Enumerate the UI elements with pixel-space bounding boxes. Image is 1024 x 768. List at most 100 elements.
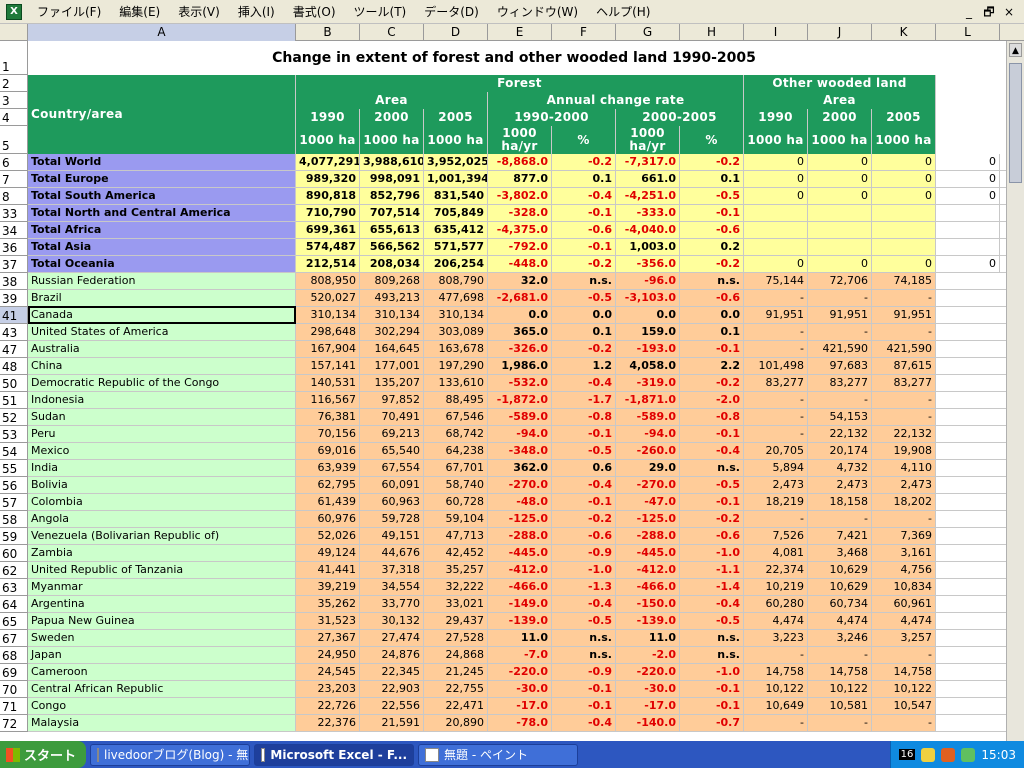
data-cell: 0: [808, 256, 872, 272]
column-header-g[interactable]: G: [616, 24, 680, 41]
row-header[interactable]: 34: [0, 222, 28, 239]
row-header[interactable]: 36: [0, 239, 28, 256]
row-header[interactable]: 60: [0, 545, 28, 562]
row-header[interactable]: 33: [0, 205, 28, 222]
row-header[interactable]: 69: [0, 664, 28, 681]
row-header[interactable]: 7: [0, 171, 28, 188]
menu-item[interactable]: 書式(O): [284, 1, 345, 23]
row-header[interactable]: 65: [0, 613, 28, 630]
menu-item[interactable]: 編集(E): [110, 1, 169, 23]
task-button[interactable]: 無題 - ペイント: [418, 743, 579, 766]
table-row: United States of America 298,648 302,294 30…: [28, 324, 1024, 341]
country-name: Indonesia: [28, 392, 296, 408]
table-row: Papua New Guinea 31,523 30,132 29,437 -139.0…: [28, 613, 1024, 630]
row-header[interactable]: 52: [0, 409, 28, 426]
menu-item[interactable]: データ(D): [415, 1, 488, 23]
row-header[interactable]: 39: [0, 290, 28, 307]
year-header: 2005: [872, 109, 936, 126]
row-header[interactable]: 3: [0, 92, 28, 109]
menu-item[interactable]: 表示(V): [169, 1, 229, 23]
row-header[interactable]: 53: [0, 426, 28, 443]
column-header-k[interactable]: K: [872, 24, 936, 41]
row-header[interactable]: 67: [0, 630, 28, 647]
row-header[interactable]: 47: [0, 341, 28, 358]
table-row: Total Africa 699,361 655,613 635,412 -4,375.…: [28, 222, 1024, 239]
window-controls: _ 🗗 ×: [962, 5, 1024, 19]
row-header[interactable]: 5: [0, 126, 28, 154]
minimize-icon[interactable]: _: [962, 5, 976, 19]
excel-icon[interactable]: X: [6, 3, 22, 20]
row-header[interactable]: 58: [0, 511, 28, 528]
row-header[interactable]: 37: [0, 256, 28, 273]
column-header-j[interactable]: J: [808, 24, 872, 41]
tray-icon[interactable]: [921, 747, 936, 762]
data-cell: -0.2: [680, 375, 744, 391]
row-header[interactable]: 68: [0, 647, 28, 664]
row-header[interactable]: 72: [0, 715, 28, 732]
row-header[interactable]: 51: [0, 392, 28, 409]
row-header[interactable]: 64: [0, 596, 28, 613]
row-header[interactable]: 1: [0, 41, 28, 75]
close-icon[interactable]: ×: [1002, 5, 1016, 19]
row-header[interactable]: 70: [0, 681, 28, 698]
data-cell: -: [744, 290, 808, 306]
data-cell: -0.2: [680, 154, 744, 170]
column-header-h[interactable]: H: [680, 24, 744, 41]
restore-icon[interactable]: 🗗: [982, 5, 996, 19]
select-all-corner[interactable]: [0, 24, 28, 41]
column-header-d[interactable]: D: [424, 24, 488, 41]
row-header[interactable]: 71: [0, 698, 28, 715]
row-header[interactable]: 63: [0, 579, 28, 596]
row-header[interactable]: 43: [0, 324, 28, 341]
row-header[interactable]: 50: [0, 375, 28, 392]
row-header[interactable]: 48: [0, 358, 28, 375]
menu-item[interactable]: ヘルプ(H): [587, 1, 659, 23]
data-cell: -0.2: [552, 256, 616, 272]
data-cell: 20,705: [744, 443, 808, 459]
column-header-l[interactable]: L: [936, 24, 1000, 41]
column-header-c[interactable]: C: [360, 24, 424, 41]
task-button[interactable]: livedoorブログ(Blog) - 無...: [90, 743, 251, 766]
column-header-a[interactable]: A: [28, 24, 296, 41]
row-header[interactable]: 6: [0, 154, 28, 171]
menu-item[interactable]: 挿入(I): [229, 1, 284, 23]
data-cell: 0.0: [680, 307, 744, 323]
data-cell: 39,219: [296, 579, 360, 595]
row-header[interactable]: 62: [0, 562, 28, 579]
row-header[interactable]: 56: [0, 477, 28, 494]
menu-item[interactable]: ファイル(F): [28, 1, 110, 23]
task-button[interactable]: Microsoft Excel - F...: [254, 743, 415, 766]
menu-item[interactable]: ツール(T): [345, 1, 416, 23]
row-header[interactable]: 59: [0, 528, 28, 545]
row-header[interactable]: 38: [0, 273, 28, 290]
data-cell: -0.1: [552, 698, 616, 714]
menu-item[interactable]: ウィンドウ(W): [488, 1, 587, 23]
data-cell: -1.4: [680, 579, 744, 595]
data-cell: -0.4: [552, 188, 616, 204]
data-cell: 1,986.0: [488, 358, 552, 374]
tray-icon[interactable]: [941, 747, 956, 762]
data-cell: -17.0: [616, 698, 680, 714]
column-header-f[interactable]: F: [552, 24, 616, 41]
row-header[interactable]: 4: [0, 109, 28, 126]
data-cell: 83,277: [744, 375, 808, 391]
row-header[interactable]: 41: [0, 307, 28, 324]
data-cell: 69,213: [360, 426, 424, 442]
row-header[interactable]: 57: [0, 494, 28, 511]
scroll-up-icon[interactable]: ▲: [1009, 43, 1022, 57]
column-header-e[interactable]: E: [488, 24, 552, 41]
row-header[interactable]: 54: [0, 443, 28, 460]
row-header[interactable]: 8: [0, 188, 28, 205]
scroll-thumb[interactable]: [1009, 63, 1022, 183]
country-name: Sudan: [28, 409, 296, 425]
row-header[interactable]: 55: [0, 460, 28, 477]
column-header-i[interactable]: I: [744, 24, 808, 41]
column-header-b[interactable]: B: [296, 24, 360, 41]
row-header[interactable]: 2: [0, 75, 28, 92]
start-button[interactable]: スタート: [0, 741, 87, 768]
tray-icon[interactable]: [961, 747, 976, 762]
data-cell: 27,367: [296, 630, 360, 646]
data-cell: -0.6: [680, 528, 744, 544]
vertical-scrollbar[interactable]: ▲: [1006, 41, 1024, 741]
data-cell: 20,890: [424, 715, 488, 731]
